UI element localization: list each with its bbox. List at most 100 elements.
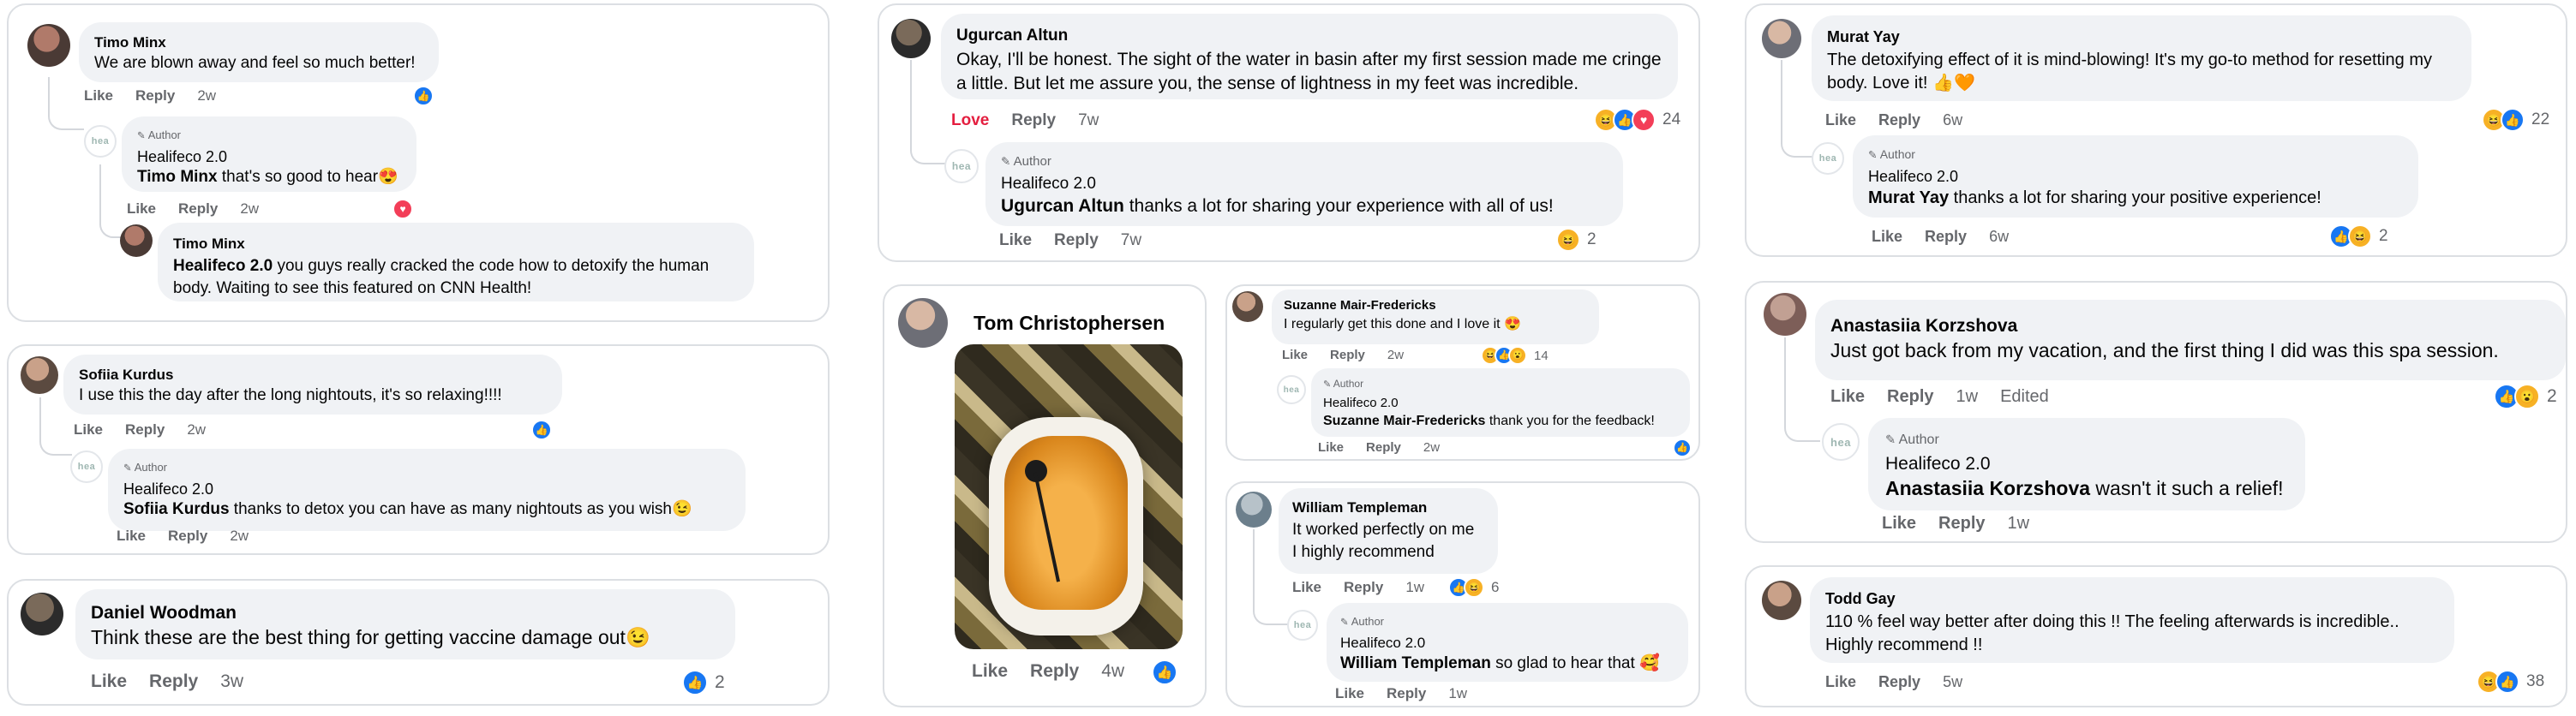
like-button[interactable]: Like (1882, 514, 1916, 534)
pencil-icon: ✎ (137, 130, 146, 141)
avatar[interactable]: hea (944, 149, 979, 183)
commenter-name[interactable]: Healifeco 2.0 (123, 479, 730, 499)
like-button[interactable]: Like (127, 200, 156, 218)
like-button[interactable]: Like (1335, 685, 1364, 702)
commenter-name[interactable]: Healifeco 2.0 (1340, 633, 1674, 653)
avatar[interactable] (1236, 492, 1272, 528)
like-button[interactable]: Like (84, 87, 113, 104)
reaction-summary[interactable]: 👍 😮 2 (2494, 384, 2557, 409)
reply-button[interactable]: Reply (1938, 514, 1985, 534)
avatar[interactable]: hea (1812, 142, 1844, 175)
avatar[interactable]: hea (70, 450, 103, 483)
reaction-summary[interactable]: 👍 (1673, 439, 1692, 457)
reply-button[interactable]: Reply (1887, 387, 1933, 407)
mention[interactable]: Murat Yay (1868, 188, 1949, 207)
avatar[interactable] (1762, 581, 1801, 620)
author-label: Author (1351, 615, 1385, 628)
like-button[interactable]: Like (1872, 228, 1902, 246)
reaction-summary[interactable]: 👍 😆 6 (1448, 577, 1499, 598)
love-button[interactable]: Love (951, 111, 989, 130)
commenter-name[interactable]: Healifeco 2.0 (1885, 452, 2288, 476)
reply-button[interactable]: Reply (149, 671, 198, 692)
like-button[interactable]: Like (74, 421, 103, 439)
commenter-name[interactable]: Sofiia Kurdus (79, 365, 547, 385)
avatar[interactable] (1762, 19, 1801, 58)
like-button[interactable]: Like (91, 671, 127, 692)
comment-photo[interactable] (955, 344, 1183, 649)
mention[interactable]: Healifeco 2.0 (173, 257, 273, 275)
commenter-name[interactable]: Tom Christophersen (973, 312, 1165, 335)
reply-button[interactable]: Reply (1878, 673, 1920, 691)
mention[interactable]: Ugurcan Altun (1001, 196, 1124, 216)
reaction-summary[interactable]: 😆 👍 22 (2482, 108, 2549, 132)
reply-button[interactable]: Reply (125, 421, 165, 439)
mention[interactable]: Timo Minx (137, 168, 218, 186)
commenter-name[interactable]: Anastasiia Korzshova (1830, 313, 2550, 338)
like-button[interactable]: Like (999, 231, 1032, 250)
commenter-name[interactable]: William Templeman (1292, 497, 1484, 519)
mention[interactable]: Suzanne Mair-Fredericks (1323, 414, 1485, 428)
reply-actions: Like Reply 6w (1872, 228, 2031, 246)
avatar[interactable] (21, 356, 58, 394)
reaction-count: 38 (2526, 672, 2545, 690)
avatar[interactable] (898, 298, 948, 348)
reaction-summary[interactable]: 😆 2 (1556, 228, 1597, 252)
commenter-name[interactable]: Timo Minx (94, 33, 423, 53)
author-label: Author (134, 461, 168, 474)
reply-button[interactable]: Reply (1054, 231, 1099, 250)
reply-button[interactable]: Reply (135, 87, 175, 104)
avatar[interactable] (27, 24, 70, 67)
reply-button[interactable]: Reply (1030, 661, 1079, 682)
reply-button[interactable]: Reply (168, 528, 207, 545)
like-button[interactable]: Like (1830, 387, 1865, 407)
reaction-summary[interactable]: 😆 👍 ♥ 24 (1594, 108, 1680, 132)
avatar[interactable] (1232, 291, 1263, 322)
commenter-name[interactable]: Healifeco 2.0 (1001, 173, 1608, 195)
reaction-summary[interactable]: 👍 2 (682, 670, 725, 695)
commenter-name[interactable]: Suzanne Mair-Fredericks (1284, 296, 1587, 315)
avatar[interactable]: hea (1287, 610, 1318, 641)
like-button[interactable]: Like (1292, 579, 1321, 596)
mention[interactable]: William Templeman (1340, 654, 1491, 672)
avatar[interactable] (21, 593, 63, 635)
reaction-summary[interactable]: 👍 (531, 420, 552, 440)
commenter-name[interactable]: Healifeco 2.0 (1868, 166, 2403, 188)
reply-button[interactable]: Reply (1387, 685, 1426, 702)
avatar[interactable]: hea (84, 125, 117, 158)
commenter-name[interactable]: Todd Gay (1825, 588, 2439, 611)
reply-button[interactable]: Reply (1011, 111, 1056, 130)
like-button[interactable]: Like (1282, 348, 1308, 362)
avatar[interactable]: hea (1277, 375, 1306, 404)
commenter-name[interactable]: Murat Yay (1827, 26, 2456, 49)
reaction-summary[interactable]: 😆 👍 😮 14 (1481, 346, 1549, 365)
commenter-name[interactable]: Healifeco 2.0 (137, 146, 401, 167)
reply-button[interactable]: Reply (1366, 440, 1401, 455)
commenter-name[interactable]: Daniel Woodman (91, 601, 720, 625)
reaction-summary[interactable]: 👍 (413, 86, 434, 106)
reply-button[interactable]: Reply (1330, 348, 1365, 362)
reply-button[interactable]: Reply (1344, 579, 1383, 596)
reaction-summary[interactable]: ♥ (392, 199, 413, 219)
like-button[interactable]: Like (1825, 111, 1856, 129)
avatar[interactable] (891, 19, 931, 58)
reaction-summary[interactable]: 😆 👍 38 (2477, 670, 2544, 694)
reply-button[interactable]: Reply (1925, 228, 1967, 246)
reaction-summary[interactable]: 👍 😆 2 (2329, 224, 2388, 248)
reply-button[interactable]: Reply (178, 200, 218, 218)
reply-button[interactable]: Reply (1878, 111, 1920, 129)
commenter-name[interactable]: Healifeco 2.0 (1323, 394, 1678, 412)
commenter-name[interactable]: Timo Minx (173, 233, 739, 255)
commenter-name[interactable]: Ugurcan Altun (956, 24, 1662, 48)
mention[interactable]: Anastasiia Korzshova (1885, 477, 2090, 499)
like-button[interactable]: Like (117, 528, 146, 545)
avatar[interactable] (120, 224, 153, 257)
avatar[interactable] (1764, 293, 1806, 336)
like-button[interactable]: Like (972, 661, 1008, 682)
avatar[interactable]: hea (1822, 423, 1860, 461)
like-button[interactable]: Like (1825, 673, 1856, 691)
author-badge: ✎ Author (123, 457, 730, 479)
like-button[interactable]: Like (1318, 440, 1344, 455)
reaction-count: 2 (2379, 227, 2388, 245)
mention[interactable]: Sofiia Kurdus (123, 500, 230, 518)
reaction-summary[interactable]: 👍 (1152, 659, 1177, 685)
